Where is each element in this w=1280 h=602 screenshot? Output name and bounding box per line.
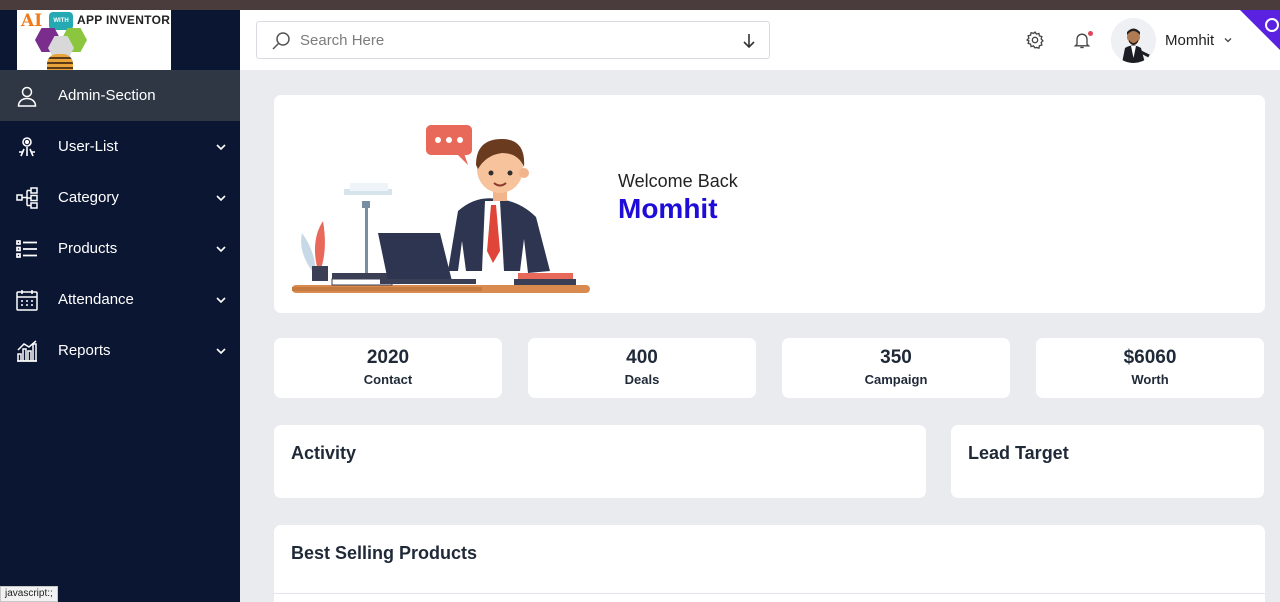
avatar-image xyxy=(1111,18,1156,63)
chevron-down-icon xyxy=(216,143,226,150)
status-bar-url: javascript:; xyxy=(0,586,58,602)
corner-badge-icon[interactable] xyxy=(1240,10,1280,50)
panel-title-lead-target: Lead Target xyxy=(968,443,1069,463)
chevron-down-icon xyxy=(216,347,226,354)
welcome-card: Welcome Back Momhit xyxy=(274,95,1265,313)
divider xyxy=(274,593,1265,594)
calendar-icon xyxy=(16,289,38,311)
app-logo[interactable]: AI WITH APP INVENTOR xyxy=(17,10,171,70)
panel-title-activity: Activity xyxy=(291,443,357,463)
notification-dot xyxy=(1088,31,1093,36)
search-bar[interactable] xyxy=(256,21,770,59)
sidebar-item-reports[interactable]: Reports xyxy=(0,325,240,376)
arrow-down-icon[interactable] xyxy=(741,32,757,50)
welcome-user-name: Momhit xyxy=(618,193,718,224)
sidebar-item-category[interactable]: Category xyxy=(0,172,240,223)
stat-value: 2020 xyxy=(366,347,410,368)
search-input[interactable] xyxy=(300,30,720,50)
search-icon xyxy=(272,32,290,50)
stat-card-worth[interactable]: $6060 Worth xyxy=(1036,338,1264,398)
sidebar-item-label: Admin-Section xyxy=(58,87,156,104)
stat-card-contact[interactable]: 2020 Contact xyxy=(274,338,502,398)
tree-icon xyxy=(16,186,38,209)
stat-card-campaign[interactable]: 350 Campaign xyxy=(782,338,1010,398)
logo-bee xyxy=(47,54,73,70)
stat-label: Campaign xyxy=(864,372,928,387)
avatar[interactable] xyxy=(1111,18,1156,63)
sidebar-item-label: Attendance xyxy=(58,291,134,308)
sidebar-item-label: Category xyxy=(58,189,119,206)
sidebar-item-products[interactable]: Products xyxy=(0,223,240,274)
sidebar-item-admin-section[interactable]: Admin-Section xyxy=(0,70,240,121)
sidebar-item-label: Reports xyxy=(58,342,111,359)
stat-value: $6060 xyxy=(1123,347,1177,368)
lead-target-panel: Lead Target xyxy=(951,425,1264,498)
chevron-down-icon[interactable] xyxy=(1223,35,1233,45)
bar-chart-icon xyxy=(17,339,37,362)
stat-label: Deals xyxy=(624,372,660,387)
user-icon xyxy=(17,86,37,107)
stat-value: 400 xyxy=(626,347,658,368)
sidebar-item-attendance[interactable]: Attendance xyxy=(0,274,240,325)
gear-icon[interactable] xyxy=(1025,30,1045,50)
sidebar: AI WITH APP INVENTOR Admin-Section User-… xyxy=(0,10,240,602)
best-selling-products-panel: Best Selling Products xyxy=(274,525,1265,602)
logo-title: APP INVENTOR xyxy=(77,13,171,27)
stat-label: Contact xyxy=(363,372,413,387)
stat-card-deals[interactable]: 400 Deals xyxy=(528,338,756,398)
top-header: Momhit xyxy=(240,10,1280,70)
businessman-illustration xyxy=(292,125,590,293)
sidebar-item-user-list[interactable]: User-List xyxy=(0,121,240,172)
username[interactable]: Momhit xyxy=(1165,32,1214,49)
logo-ai-text: AI xyxy=(21,11,43,31)
activity-panel: Activity xyxy=(274,425,926,498)
chevron-down-icon xyxy=(216,245,226,252)
sidebar-item-label: Products xyxy=(58,240,118,257)
panel-title-best-selling: Best Selling Products xyxy=(291,543,478,563)
browser-top-strip xyxy=(0,0,1280,10)
logo-with-badge: WITH xyxy=(49,12,73,30)
stat-label: Worth xyxy=(1131,372,1169,387)
welcome-greeting: Welcome Back xyxy=(618,171,738,191)
users-icon xyxy=(19,136,35,156)
chevron-down-icon xyxy=(216,296,226,303)
list-icon xyxy=(16,239,37,258)
chevron-down-icon xyxy=(216,194,226,201)
stat-value: 350 xyxy=(880,347,912,368)
sidebar-item-label: User-List xyxy=(58,138,119,155)
